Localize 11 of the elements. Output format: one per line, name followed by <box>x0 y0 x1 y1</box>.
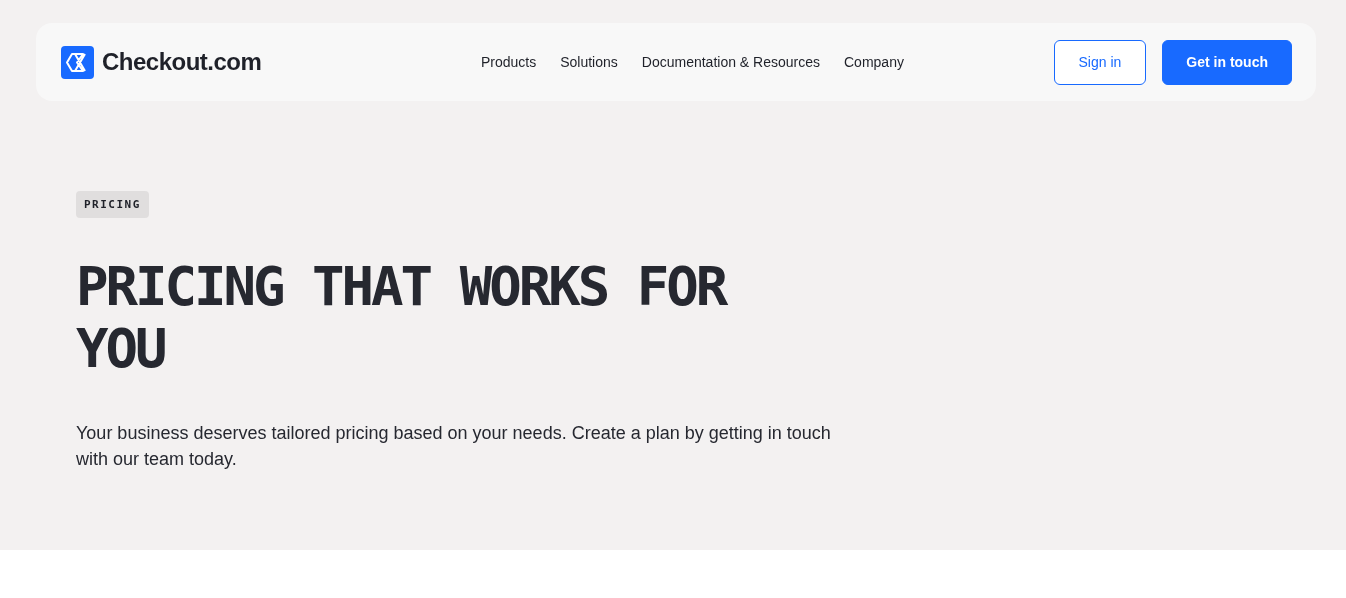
nav-link[interactable]: Documentation & Resources <box>641 54 820 70</box>
sign-in-button[interactable]: Sign in <box>1053 39 1147 85</box>
logo-link[interactable]: Checkout.com <box>61 45 262 79</box>
contact-button[interactable]: Get in touch <box>1162 39 1292 85</box>
hero-title: PRICING THAT WORKS FOR YOU <box>76 256 728 380</box>
hero-description: Your business deserves tailored pricing based on your needs. Create a plan by getting in touch with our team today. <box>76 422 832 471</box>
logo-icon <box>61 45 94 79</box>
nav-link[interactable]: Company <box>844 54 904 70</box>
nav-link[interactable]: Products <box>480 54 537 70</box>
nav-link[interactable]: Solutions <box>560 54 618 70</box>
section-badge: PRICING <box>76 191 149 218</box>
